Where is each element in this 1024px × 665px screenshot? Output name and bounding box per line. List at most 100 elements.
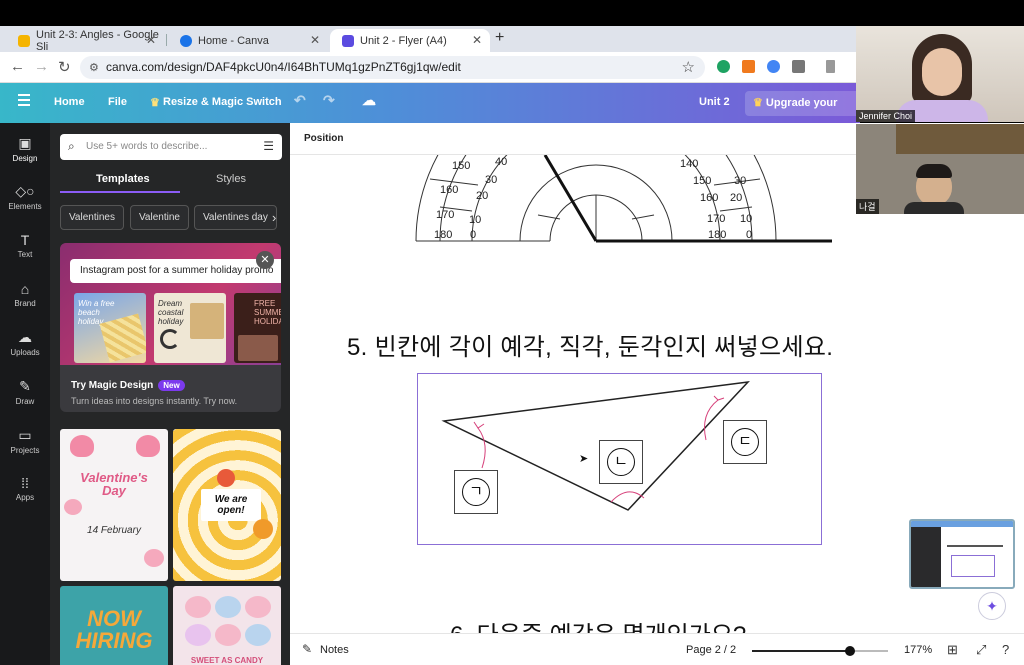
zoom-slider[interactable]: [752, 646, 888, 656]
close-tab-icon[interactable]: ✕: [472, 33, 482, 47]
tab-styles[interactable]: Styles: [216, 173, 246, 185]
selected-triangle-group[interactable]: ㄱ ㄴ ㄷ ➤: [417, 373, 822, 545]
close-icon[interactable]: ✕: [256, 251, 274, 269]
screen-share-thumbnail[interactable]: [909, 519, 1015, 589]
cloud-saved-icon[interactable]: ☁: [362, 92, 376, 109]
smiley-icon: [253, 519, 273, 539]
reading-list-icon[interactable]: [826, 60, 835, 73]
question-5-text[interactable]: 5. 빈칸에 각이 예각, 직각, 둔각인지 써넣으세요.: [347, 327, 833, 362]
rail-uploads[interactable]: ☁ Uploads: [0, 329, 50, 357]
protractor-label: 180: [434, 229, 452, 241]
template-card-hiring[interactable]: NOW HIRING: [60, 586, 168, 665]
site-info-icon[interactable]: ⚙: [89, 61, 99, 74]
notes-button[interactable]: Notes: [320, 644, 349, 656]
url-field[interactable]: ⚙ canva.com/design/DAF4pkcU0n4/I64BhTUMq…: [80, 56, 705, 79]
question-6-text[interactable]: 6. 다음중 예각은 몇개인가요?: [450, 615, 746, 633]
panel-tabs: Templates Styles: [60, 171, 282, 193]
filter-icon[interactable]: ☰: [263, 139, 274, 153]
tab-google-slides[interactable]: Unit 2-3: Angles - Google Sli ✕: [6, 29, 164, 53]
active-tab-indicator: [60, 191, 180, 193]
grid-view-icon[interactable]: ⊞: [947, 642, 958, 658]
forward-icon[interactable]: →: [34, 58, 49, 75]
rail-draw[interactable]: ✎ Draw: [0, 378, 50, 406]
magic-sparkle-icon[interactable]: ✦: [978, 592, 1006, 620]
zoom-slider-knob[interactable]: [844, 646, 855, 656]
undo-icon[interactable]: ↶: [294, 92, 306, 109]
tab-templates[interactable]: Templates: [96, 173, 150, 185]
help-icon[interactable]: ?: [1002, 642, 1009, 657]
template-thumbnail[interactable]: Win a free beach holiday: [74, 293, 146, 363]
answer-box-a[interactable]: ㄱ: [454, 470, 498, 514]
thumbnail-text: FREE SUMMER HOLIDAY: [254, 299, 281, 326]
extension-icon[interactable]: [742, 60, 755, 73]
canva-header: Home File ♛ Resize & Magic Switch ↶ ↷ ☁ …: [0, 83, 860, 134]
suggestion-chip[interactable]: Valentines: [60, 205, 124, 230]
magic-design-card[interactable]: Instagram post for a summer holiday prom…: [60, 243, 281, 412]
puzzle-extensions-icon[interactable]: [792, 60, 805, 73]
upgrade-plan-button[interactable]: ♛ Upgrade your plan: [745, 91, 860, 134]
template-card-valentines[interactable]: Valentine's Day 14 February: [60, 429, 168, 581]
video-tile-student[interactable]: 나걸: [856, 124, 1024, 214]
screen-top-bezel: [0, 0, 1024, 26]
template-thumbnail[interactable]: Dream coastal holiday: [154, 293, 226, 363]
canva-icon: [180, 34, 192, 47]
resize-magic-switch-button[interactable]: Resize & Magic Switch: [163, 96, 282, 108]
back-icon[interactable]: ←: [10, 58, 25, 75]
candy-heart-icon: [215, 624, 241, 646]
new-tab-icon[interactable]: +: [495, 29, 504, 47]
magic-design-prompt[interactable]: Instagram post for a summer holiday prom…: [70, 259, 281, 283]
template-search-input[interactable]: ⌕ Use 5+ words to describe... ☰: [60, 134, 282, 160]
brand-icon: ⌂: [20, 281, 30, 297]
rail-label: Uploads: [10, 348, 40, 357]
template-thumbnail[interactable]: FREE SUMMER HOLIDAY: [234, 293, 281, 363]
design-icon: ▣: [18, 135, 32, 151]
apps-icon: ⁞⁞: [21, 475, 29, 491]
file-menu-button[interactable]: File: [108, 96, 127, 108]
redo-icon[interactable]: ↷: [323, 92, 335, 109]
person-shirt: [904, 202, 964, 214]
position-button[interactable]: Position: [304, 133, 343, 144]
rail-text[interactable]: T Text: [0, 232, 50, 259]
protractor-label: 160: [440, 184, 458, 196]
tab-unit2-flyer[interactable]: Unit 2 - Flyer (A4) ✕: [330, 29, 490, 52]
magic-search-icon: ⌕: [68, 139, 75, 153]
rail-projects[interactable]: ▭ Projects: [0, 427, 50, 455]
video-tile-teacher[interactable]: Jennifer Choi: [856, 26, 1024, 122]
protractor-label: 0: [470, 229, 476, 241]
page-indicator[interactable]: Page 2 / 2: [686, 644, 736, 656]
grammarly-extension-icon[interactable]: [717, 60, 730, 73]
answer-box-c[interactable]: ㄷ: [723, 420, 767, 464]
rail-design[interactable]: ▣ Design: [0, 135, 50, 163]
template-card-open[interactable]: We are open!: [173, 429, 281, 581]
rail-label: Brand: [14, 299, 36, 308]
participant-name: 나걸: [856, 199, 879, 214]
protractor-label: 160: [700, 192, 718, 204]
rail-brand[interactable]: ⌂ Brand: [0, 281, 50, 308]
zoom-percentage[interactable]: 177%: [904, 644, 932, 656]
label-b: ㄴ: [607, 448, 635, 476]
suggestion-chip[interactable]: Valentine: [130, 205, 189, 230]
template-card-candy[interactable]: SWEET AS CANDY: [173, 586, 281, 665]
uploads-icon: ☁: [18, 329, 32, 345]
answer-box-b[interactable]: ㄴ: [599, 440, 643, 484]
protractor-label: 20: [730, 192, 742, 204]
document-name[interactable]: Unit 2: [699, 96, 730, 108]
reload-icon[interactable]: ↻: [58, 58, 71, 76]
mouse-cursor-icon: ➤: [579, 453, 589, 465]
close-tab-icon[interactable]: ✕: [310, 33, 320, 47]
menu-icon[interactable]: [18, 94, 30, 109]
rail-elements[interactable]: ◇○ Elements: [0, 183, 50, 211]
home-button[interactable]: Home: [54, 96, 85, 108]
rail-apps[interactable]: ⁞⁞ Apps: [0, 475, 50, 502]
protractor-label: 150: [693, 175, 711, 187]
candy-heart-icon: [215, 596, 241, 618]
left-tool-rail: ▣ Design ◇○ Elements T Text ⌂ Brand ☁ Uploads…: [0, 123, 50, 665]
tab-home-canva[interactable]: Home - Canva ✕: [168, 29, 328, 52]
heart-icon: [144, 549, 164, 567]
bookmark-star-icon[interactable]: ☆: [682, 58, 695, 76]
chevron-right-icon[interactable]: ›: [272, 210, 276, 225]
fullscreen-icon[interactable]: ⤢: [976, 642, 986, 658]
extension-icon[interactable]: [767, 60, 780, 73]
suggestion-chip[interactable]: Valentines day: [194, 205, 277, 230]
close-tab-icon[interactable]: ✕: [146, 33, 156, 47]
